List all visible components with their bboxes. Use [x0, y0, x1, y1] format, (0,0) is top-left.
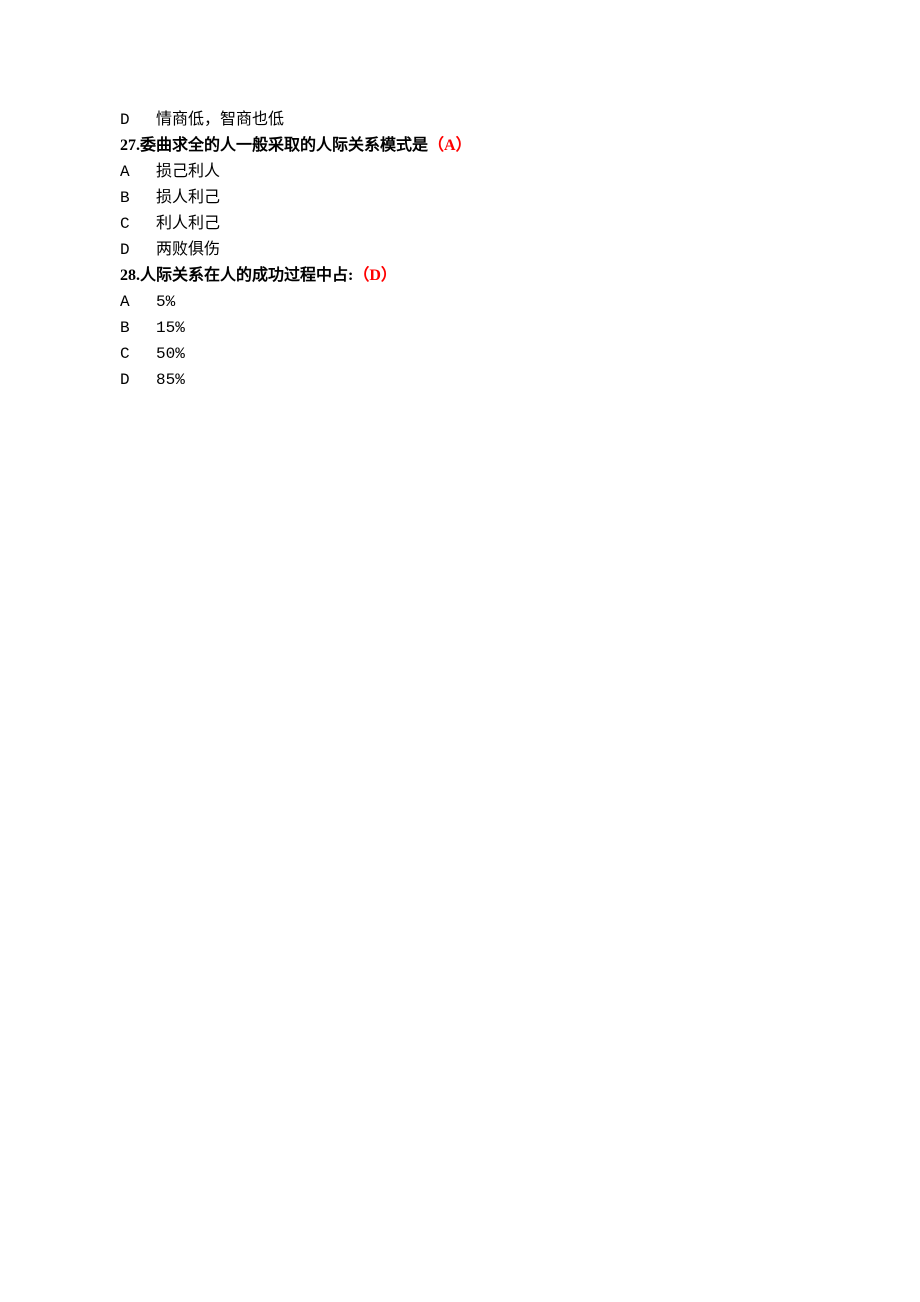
question-answer: （A） — [428, 134, 472, 158]
option-text: 两败俱伤 — [156, 238, 800, 262]
option-letter: A — [120, 290, 156, 314]
question-27-option-a: A 损己利人 — [120, 160, 800, 184]
question-28-option-c: C 50% — [120, 342, 800, 366]
question-27: 27. 委曲求全的人一般采取的人际关系模式是 （A） — [120, 134, 800, 158]
question-28: 28. 人际关系在人的成功过程中占: （D） — [120, 264, 800, 288]
option-letter: D — [120, 108, 156, 132]
option-text: 50% — [156, 342, 800, 366]
question-answer: （D） — [353, 264, 397, 288]
option-letter: D — [120, 368, 156, 392]
option-letter: C — [120, 212, 156, 236]
question-27-option-c: C 利人利己 — [120, 212, 800, 236]
question-28-option-a: A 5% — [120, 290, 800, 314]
question-28-option-d: D 85% — [120, 368, 800, 392]
option-text: 5% — [156, 290, 800, 314]
option-text: 85% — [156, 368, 800, 392]
option-letter: C — [120, 342, 156, 366]
question-text: 人际关系在人的成功过程中占: — [140, 264, 353, 288]
option-letter: D — [120, 238, 156, 262]
option-letter: A — [120, 160, 156, 184]
question-text: 委曲求全的人一般采取的人际关系模式是 — [140, 134, 428, 158]
question-27-option-d: D 两败俱伤 — [120, 238, 800, 262]
option-text: 损己利人 — [156, 160, 800, 184]
question-number: 27. — [120, 134, 140, 158]
question-number: 28. — [120, 264, 140, 288]
option-letter: B — [120, 186, 156, 210]
prev-question-option-d: D 情商低，智商也低 — [120, 108, 800, 132]
question-27-option-b: B 损人利己 — [120, 186, 800, 210]
option-text: 情商低，智商也低 — [156, 108, 800, 132]
option-letter: B — [120, 316, 156, 340]
question-28-option-b: B 15% — [120, 316, 800, 340]
option-text: 15% — [156, 316, 800, 340]
option-text: 损人利己 — [156, 186, 800, 210]
option-text: 利人利己 — [156, 212, 800, 236]
